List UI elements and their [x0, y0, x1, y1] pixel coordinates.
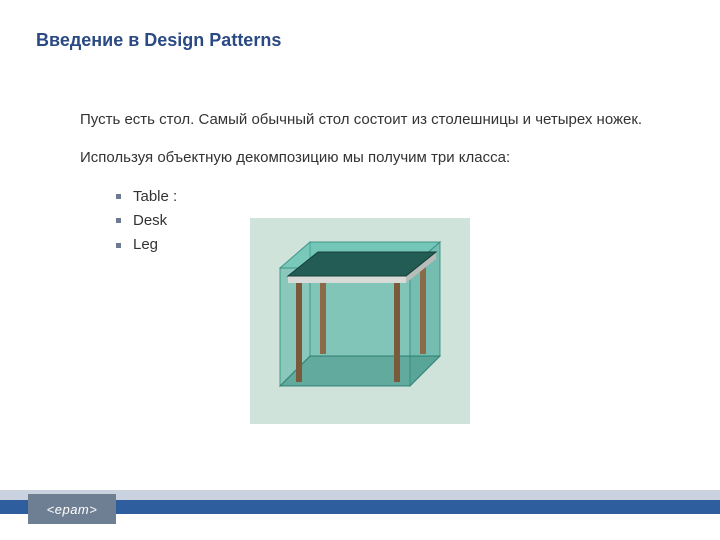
table-svg	[260, 228, 460, 414]
slide-title: Введение в Design Patterns	[36, 30, 281, 51]
epam-logo: <epam>	[28, 494, 116, 524]
paragraph-2: Используя объектную декомпозицию мы полу…	[80, 148, 660, 168]
paragraph-1: Пусть есть стол. Самый обычный стол сост…	[80, 110, 660, 130]
bullet-icon	[116, 194, 121, 199]
bullet-icon	[116, 218, 121, 223]
list-item-label: Leg	[133, 235, 158, 255]
list-item-label: Table :	[133, 187, 177, 207]
table-illustration	[250, 218, 470, 424]
list-item: Table :	[116, 187, 660, 207]
bullet-icon	[116, 243, 121, 248]
list-item-label: Desk	[133, 211, 167, 231]
slide: Введение в Design Patterns Пусть есть ст…	[0, 0, 720, 540]
logo-text: <epam>	[47, 502, 98, 517]
